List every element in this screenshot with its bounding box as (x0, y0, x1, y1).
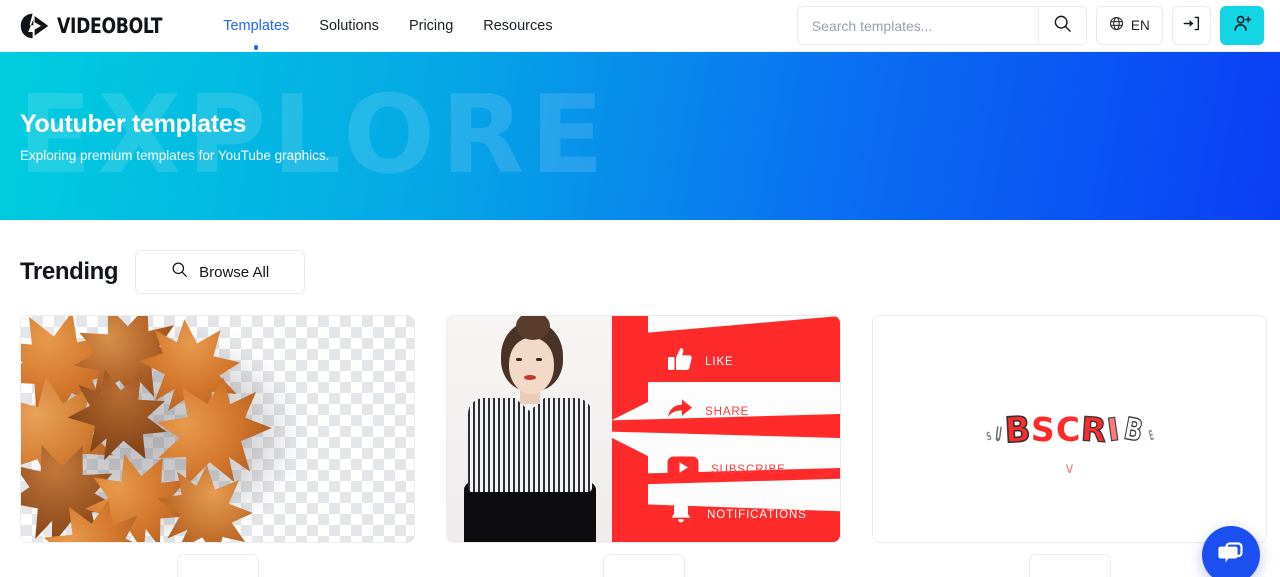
hero-banner: EXPLORE Youtuber templates Exploring pre… (0, 52, 1280, 220)
doodle-char: U (994, 421, 1002, 447)
hero-title: Youtuber templates (20, 109, 247, 138)
model-face (508, 338, 554, 394)
doodle-char: E (1146, 427, 1154, 444)
template-thumbnail-youtube-outro[interactable]: LIKE SHARE SUBSCRIBE NOTIFICATIONS (446, 315, 841, 543)
nav-item-pricing[interactable]: Pricing (409, 14, 453, 38)
browse-all-label: Browse All (199, 263, 270, 281)
thumbs-up-icon (667, 346, 693, 377)
doodle-char: S (1030, 409, 1056, 450)
language-code: EN (1130, 18, 1150, 33)
chat-widget-button[interactable] (1202, 526, 1260, 577)
doodle-chevron-icon: ∨ (1064, 460, 1075, 477)
template-grid: LIKE SHARE SUBSCRIBE NOTIFICATIONS S U B… (0, 294, 1280, 577)
doodle-char: I (1104, 410, 1123, 450)
card-action-button[interactable] (1028, 554, 1111, 577)
signup-button[interactable] (1220, 6, 1264, 45)
bell-icon (667, 498, 695, 531)
cta-row-subscribe: SUBSCRIBE (667, 456, 786, 484)
user-plus-icon (1232, 13, 1253, 39)
language-selector[interactable]: EN (1095, 6, 1163, 45)
card-action-row (446, 543, 841, 577)
doodle-word-wrap: S U B S C R I B E ∨ (873, 407, 1266, 477)
cta-label-like: LIKE (705, 355, 734, 368)
search-input[interactable] (797, 7, 1038, 44)
nav-item-solutions[interactable]: Solutions (319, 14, 379, 38)
nav-label: Solutions (319, 17, 379, 34)
template-thumbnail-autumn-leaves[interactable] (20, 315, 415, 543)
doodle-char: S (985, 430, 992, 444)
model-shirt (467, 398, 592, 492)
card-action-row (20, 543, 415, 577)
search-box (796, 6, 1087, 45)
bolt-chevron-logo-icon (20, 13, 50, 39)
search-icon (171, 261, 188, 283)
model-eye-right (535, 358, 542, 361)
cta-label-share: SHARE (705, 405, 750, 418)
doodle-subscribe-word: S U B S C R I B E (985, 407, 1154, 451)
login-arrow-icon (1182, 14, 1201, 38)
doodle-char: R (1079, 408, 1108, 450)
active-indicator-dot (253, 45, 259, 50)
doodle-char: C (1054, 409, 1081, 450)
hero-content: Youtuber templates Exploring premium tem… (0, 110, 329, 163)
search-icon (1053, 14, 1072, 38)
share-arrow-icon (667, 398, 693, 425)
brand-logo[interactable]: VIDEOBOLT (20, 13, 185, 39)
trending-section-header: Trending Browse All (0, 220, 1280, 294)
globe-icon (1109, 16, 1124, 36)
login-button[interactable] (1172, 6, 1211, 45)
youtube-play-icon (667, 456, 699, 484)
cta-label-notifications: NOTIFICATIONS (707, 508, 807, 521)
model-eye-left (515, 358, 522, 361)
brand-name: VIDEOBOLT (57, 13, 163, 38)
chat-bubbles-icon (1216, 538, 1246, 573)
search-submit-button[interactable] (1037, 7, 1086, 44)
page-root: VIDEOBOLT Templates Solutions Pricing Re… (0, 0, 1280, 577)
cta-row-notifications: NOTIFICATIONS (667, 498, 807, 531)
card-action-button[interactable] (176, 554, 259, 577)
page-title: Trending (20, 258, 119, 285)
template-card: LIKE SHARE SUBSCRIBE NOTIFICATIONS (446, 315, 841, 577)
nav-item-resources[interactable]: Resources (483, 14, 552, 38)
nav-label: Resources (483, 17, 553, 34)
browse-all-button[interactable]: Browse All (135, 250, 306, 294)
card-action-button[interactable] (602, 554, 685, 577)
nav-label: Templates (223, 17, 290, 34)
doodle-char: B (1003, 407, 1032, 451)
model-lips (523, 375, 536, 380)
template-thumbnail-subscribe-doodle[interactable]: S U B S C R I B E ∨ (872, 315, 1267, 543)
main-nav: Templates Solutions Pricing Resources (223, 14, 553, 50)
cta-label-subscribe: SUBSCRIBE (711, 464, 786, 476)
doodle-char: B (1120, 410, 1146, 450)
hero-subtitle: Exploring premium templates for YouTube … (20, 147, 330, 163)
nav-item-templates[interactable]: Templates (223, 14, 290, 50)
template-card (20, 315, 415, 577)
header-actions: EN (796, 6, 1264, 45)
site-header: VIDEOBOLT Templates Solutions Pricing Re… (0, 0, 1280, 52)
nav-label: Pricing (408, 17, 454, 34)
model-photo (447, 316, 613, 542)
cta-row-share: SHARE (667, 398, 749, 425)
cta-row-like: LIKE (667, 346, 734, 377)
